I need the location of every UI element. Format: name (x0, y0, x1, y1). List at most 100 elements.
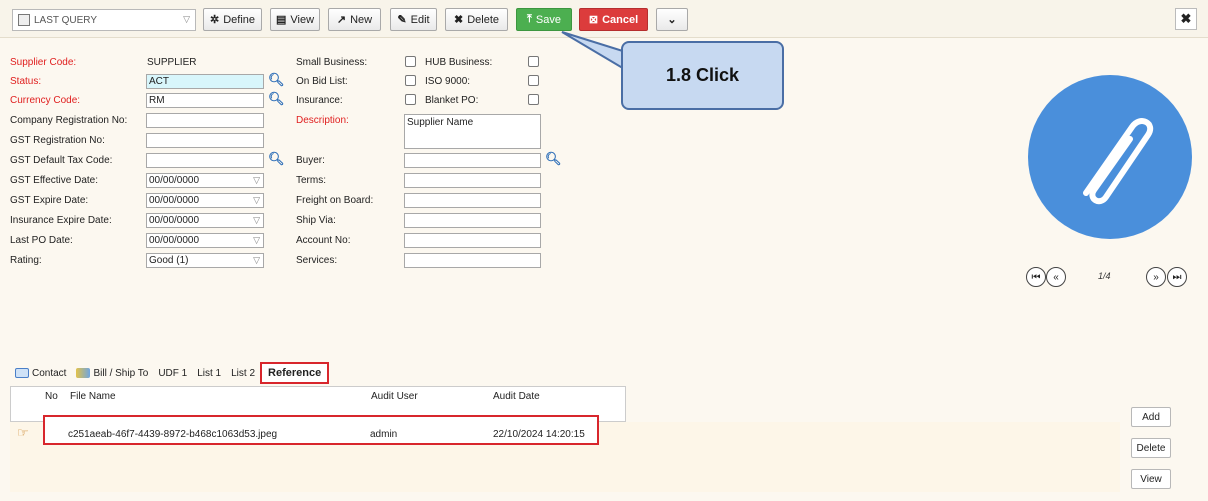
tab-contact[interactable]: Contact (10, 368, 71, 379)
insurance-checkbox[interactable] (405, 94, 416, 105)
services-field[interactable] (404, 253, 541, 268)
small-business-label: Small Business: (296, 57, 368, 68)
gst-effective-date[interactable]: 00/00/0000 ▽ (146, 173, 264, 188)
gst-effective-label: GST Effective Date: (10, 175, 99, 186)
search-icon[interactable]: 🔍︎ (268, 151, 285, 167)
tab-bar: Contact Bill / Ship To UDF 1 List 1 List… (10, 362, 330, 384)
query-icon (18, 14, 30, 26)
pointer-hand-icon: ☞ (17, 425, 29, 440)
small-business-checkbox[interactable] (405, 56, 416, 67)
list-icon: ▤ (275, 14, 287, 26)
chevron-down-icon: ⌄ (667, 14, 677, 26)
save-button[interactable]: ⤒ Save (516, 8, 572, 31)
x-icon: ✖ (453, 14, 464, 26)
gst-tax-label: GST Default Tax Code: (10, 155, 113, 166)
blanket-po-label: Blanket PO: (425, 95, 479, 106)
upload-icon: ⤒ (527, 13, 532, 25)
chevron-down-icon: ▽ (253, 215, 260, 225)
currency-code-label: Currency Code: (10, 95, 81, 106)
rating-label: Rating: (10, 255, 42, 266)
chevron-down-icon: ▽ (183, 14, 190, 24)
edit-icon: ✎ (397, 14, 407, 26)
description-label: Description: (296, 115, 349, 126)
fob-field[interactable] (404, 193, 541, 208)
add-button[interactable]: Add (1131, 407, 1171, 427)
hub-business-checkbox[interactable] (528, 56, 539, 67)
first-page-icon[interactable]: ⏮ (1026, 267, 1046, 287)
on-bid-checkbox[interactable] (405, 75, 416, 86)
ship-via-label: Ship Via: (296, 215, 336, 226)
tab-list1[interactable]: List 1 (192, 368, 226, 379)
rating-select[interactable]: Good (1) ▽ (146, 253, 264, 268)
search-icon[interactable]: 🔍︎ (268, 91, 285, 107)
new-icon: ↗ (336, 14, 347, 26)
next-page-icon[interactable]: » (1146, 267, 1166, 287)
bill-ship-icon (76, 368, 91, 378)
instruction-callout: 1.8 Click (621, 41, 784, 110)
define-button[interactable]: ✲ Define (203, 8, 262, 31)
last-po-label: Last PO Date: (10, 235, 73, 246)
cancel-icon: ⊠ (588, 14, 599, 26)
delete-attachment-button[interactable]: Delete (1131, 438, 1171, 458)
supplier-window: LAST QUERY ▽ ✲ Define ▤ View ↗ New ✎ Edit ✖ D… (0, 0, 1208, 501)
query-value: LAST QUERY (34, 14, 97, 26)
account-label: Account No: (296, 235, 351, 246)
tab-reference[interactable]: Reference (260, 362, 330, 384)
insurance-label: Insurance: (296, 95, 343, 106)
col-no: No (45, 391, 58, 402)
search-icon[interactable]: 🔍︎ (545, 151, 562, 167)
delete-button[interactable]: ✖ Delete (445, 8, 508, 31)
gst-tax-field[interactable] (146, 153, 264, 168)
page-counter: 1/4 (1098, 271, 1111, 281)
new-button[interactable]: ↗ New (328, 8, 381, 31)
ship-via-field[interactable] (404, 213, 541, 228)
row-audit-user: admin (370, 429, 398, 440)
view-button[interactable]: ▤ View (270, 8, 320, 31)
description-field[interactable]: Supplier Name (404, 114, 541, 149)
buyer-field[interactable] (404, 153, 541, 168)
on-bid-label: On Bid List: (296, 76, 348, 87)
row-file-name[interactable]: c251aeab-46f7-4439-8972-b468c1063d53.jpe… (68, 429, 277, 440)
col-file-name: File Name (70, 391, 116, 402)
row-audit-date: 22/10/2024 14:20:15 (493, 429, 585, 440)
close-button[interactable]: ✖ (1175, 8, 1197, 30)
last-po-date[interactable]: 00/00/0000 ▽ (146, 233, 264, 248)
view-attachment-button[interactable]: View (1131, 469, 1171, 489)
prev-page-icon[interactable]: « (1046, 267, 1066, 287)
insurance-expire-date[interactable]: 00/00/0000 ▽ (146, 213, 264, 228)
tab-udf1[interactable]: UDF 1 (153, 368, 192, 379)
company-reg-field[interactable] (146, 113, 264, 128)
iso-checkbox[interactable] (528, 75, 539, 86)
search-icon[interactable]: 🔍︎ (268, 72, 285, 88)
last-page-icon[interactable]: ⏭ (1167, 267, 1187, 287)
blanket-po-checkbox[interactable] (528, 94, 539, 105)
account-field[interactable] (404, 233, 541, 248)
supplier-code-label: Supplier Code: (10, 57, 77, 68)
chevron-down-icon: ▽ (253, 255, 260, 265)
status-label: Status: (10, 76, 42, 87)
gst-reg-field[interactable] (146, 133, 264, 148)
cancel-button[interactable]: ⊠ Cancel (579, 8, 648, 31)
company-reg-label: Company Registration No: (10, 115, 128, 126)
currency-field[interactable]: RM (146, 93, 264, 108)
fob-label: Freight on Board: (296, 195, 374, 206)
status-field[interactable]: ACT (146, 74, 264, 89)
gst-reg-label: GST Registration No: (10, 135, 105, 146)
more-button[interactable]: ⌄ (656, 8, 688, 31)
gst-expire-date[interactable]: 00/00/0000 ▽ (146, 193, 264, 208)
iso-label: ISO 9000: (425, 76, 471, 87)
tab-list2[interactable]: List 2 (226, 368, 260, 379)
services-label: Services: (296, 255, 338, 266)
paperclip-icon (1083, 118, 1153, 205)
attachment-preview (1028, 75, 1192, 239)
tab-bill-ship[interactable]: Bill / Ship To (71, 368, 153, 379)
terms-field[interactable] (404, 173, 541, 188)
chevron-down-icon: ▽ (253, 235, 260, 245)
hub-business-label: HUB Business: (425, 57, 493, 68)
terms-label: Terms: (296, 175, 326, 186)
supplier-code-value: SUPPLIER (147, 57, 197, 68)
col-audit-user: Audit User (371, 391, 418, 402)
chevron-down-icon: ▽ (253, 195, 260, 205)
edit-button[interactable]: ✎ Edit (390, 8, 437, 31)
query-select[interactable]: LAST QUERY ▽ (12, 9, 196, 31)
